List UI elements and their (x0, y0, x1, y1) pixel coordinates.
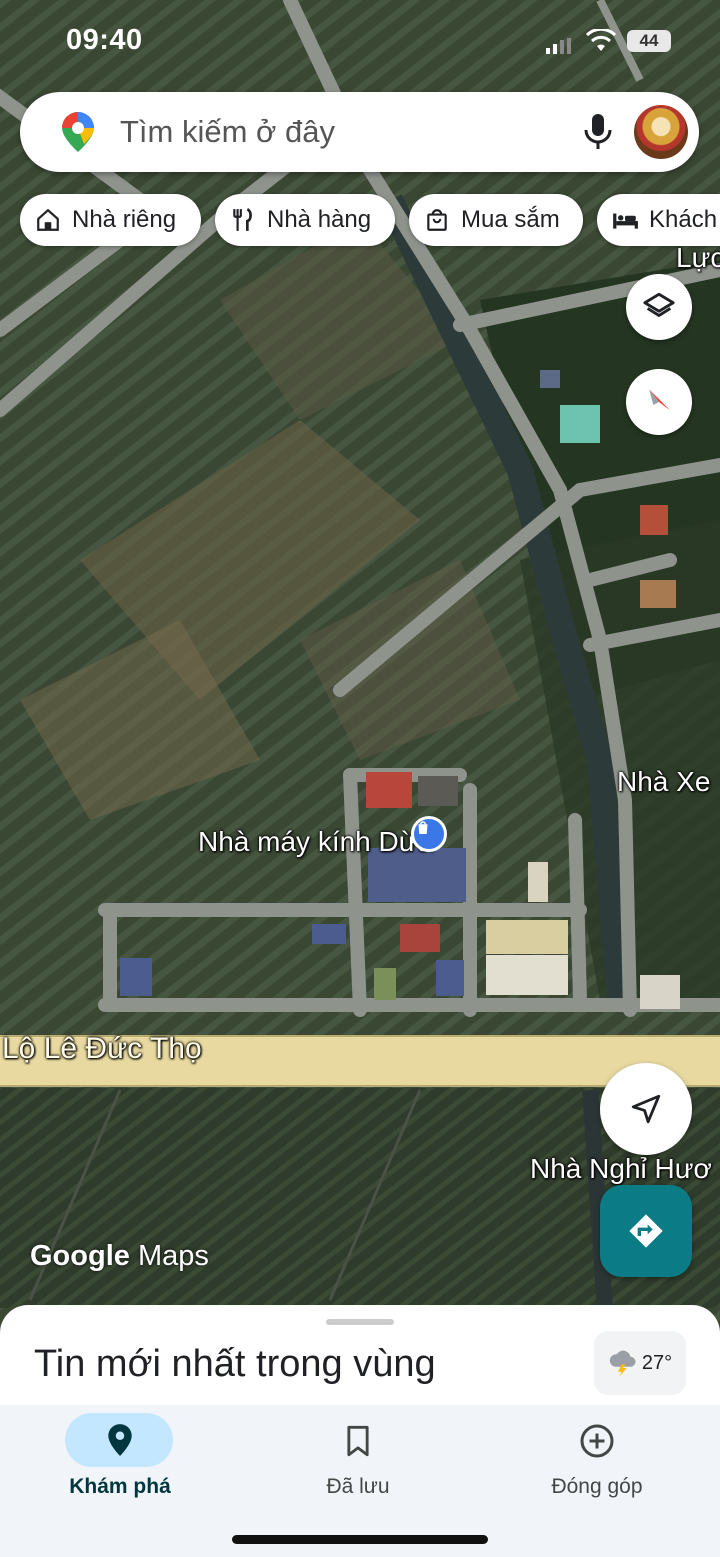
directions-icon (629, 1214, 663, 1248)
maps-product: Maps (137, 1240, 209, 1272)
chip-restaurant[interactable]: Nhà hàng (215, 194, 395, 246)
chip-hotel[interactable]: Khách (597, 194, 720, 246)
chip-label: Nhà riêng (72, 206, 177, 233)
add-circle-icon (580, 1424, 614, 1458)
map-label-nha-xe[interactable]: Nhà Xe (617, 766, 710, 798)
chip-label: Khách (649, 206, 718, 233)
nav-contribute[interactable]: Đóng góp (477, 1405, 717, 1515)
explore-pin-icon (108, 1424, 132, 1456)
compass-icon (649, 389, 671, 411)
chip-label: Nhà hàng (267, 206, 372, 233)
status-bar: 09:40 44 (0, 0, 720, 84)
shopping-bag-icon (418, 821, 428, 834)
avatar[interactable] (634, 105, 688, 159)
nav-label: Đã lưu (326, 1475, 390, 1498)
chip-shopping[interactable]: Mua sắm (409, 194, 583, 246)
sheet-title: Tin mới nhất trong vùng (34, 1343, 436, 1385)
microphone-icon[interactable] (583, 112, 613, 152)
map-label-factory[interactable]: Nhà máy kính Dừa (198, 826, 433, 858)
cellular-signal-icon (546, 38, 571, 54)
directions-button[interactable] (600, 1185, 692, 1277)
chip-home[interactable]: Nhà riêng (20, 194, 201, 246)
google-maps-logo-icon (62, 112, 94, 152)
home-icon (34, 206, 62, 234)
thunderstorm-icon (609, 1350, 636, 1377)
navigation-arrow-icon (631, 1094, 661, 1124)
search-bar[interactable]: Tìm kiếm ở đây (20, 92, 699, 172)
restaurant-icon (229, 206, 257, 234)
layers-button[interactable] (626, 274, 692, 340)
category-chips: Nhà riêng Nhà hàng Mua sắm Khách (20, 194, 720, 248)
search-input[interactable]: Tìm kiếm ở đây (120, 114, 335, 150)
shopping-poi-marker[interactable] (411, 816, 447, 852)
map-label-road: Lộ Lê Đức Thọ (2, 1032, 202, 1065)
compass-button[interactable] (626, 369, 692, 435)
shopping-bag-icon (423, 206, 451, 234)
bookmark-icon (347, 1425, 369, 1457)
nav-saved[interactable]: Đã lưu (238, 1405, 478, 1515)
map-label-guesthouse[interactable]: Nhà Nghỉ Hươ (530, 1153, 712, 1185)
chip-label: Mua sắm (461, 206, 560, 233)
battery-indicator: 44 (627, 30, 671, 52)
wifi-icon (586, 29, 616, 51)
nav-label: Khám phá (69, 1475, 171, 1498)
my-location-button[interactable] (600, 1063, 692, 1155)
status-time: 09:40 (66, 24, 143, 56)
weather-widget[interactable]: 27° (594, 1331, 686, 1395)
nav-explore[interactable]: Khám phá (0, 1405, 240, 1515)
nav-label: Đóng góp (551, 1475, 643, 1498)
hotel-bed-icon (611, 206, 639, 234)
google-maps-attribution: Google Maps (30, 1240, 209, 1273)
sheet-drag-handle[interactable] (326, 1319, 394, 1325)
weather-temperature: 27° (641, 1351, 673, 1374)
layers-icon (643, 292, 675, 317)
google-brand: Google (30, 1240, 130, 1272)
home-indicator[interactable] (232, 1535, 488, 1544)
